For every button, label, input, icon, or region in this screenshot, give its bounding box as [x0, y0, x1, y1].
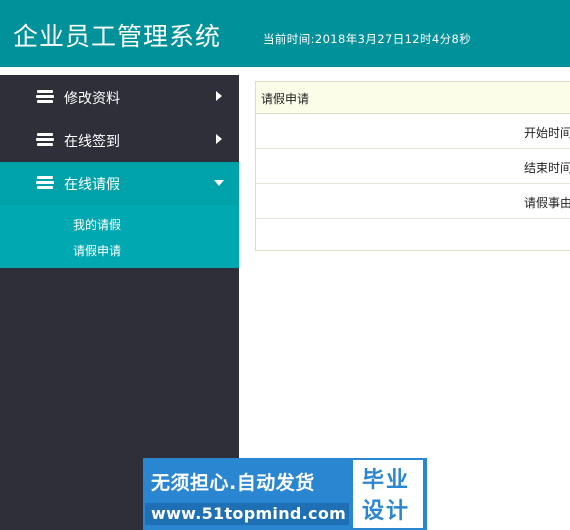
sidebar-item-edit-profile[interactable]: 修改资料 [0, 76, 239, 119]
sidebar-item-online-leave[interactable]: 在线请假 [0, 162, 239, 205]
submenu-leave: 我的请假 请假申请 [0, 205, 239, 268]
banner-url-box: www.51topmind.com [145, 503, 349, 525]
stack-icon [36, 133, 54, 146]
banner-url: www.51topmind.com [151, 504, 347, 523]
badge-line-1: 毕业 [362, 468, 411, 493]
sidebar-item-label: 修改资料 [64, 91, 120, 107]
watermark-banner: 无须担心.自动发货 www.51topmind.com 毕业 设计 [143, 458, 427, 530]
banner-slogan: 无须担心.自动发货 [151, 472, 315, 494]
header-divider [0, 67, 570, 75]
submenu-item-my-leave[interactable]: 我的请假 [73, 216, 121, 233]
sidebar-item-label: 在线签到 [64, 134, 120, 150]
panel-title: 请假申请 [261, 92, 310, 106]
banner-badge: 毕业 设计 [353, 460, 423, 528]
field-label: 结束时间 [524, 161, 570, 175]
field-label: 请假事由 [524, 196, 570, 210]
sidebar-item-online-checkin[interactable]: 在线签到 [0, 119, 239, 162]
stack-icon [36, 176, 54, 189]
form-row-end-time: 结束时间 [256, 149, 570, 184]
chevron-down-icon [214, 180, 224, 186]
chevron-right-icon [216, 134, 222, 144]
app-header: 企业员工管理系统 当前时间:2018年3月27日12时4分8秒 [0, 0, 570, 67]
form-row-start-time: 开始时间 [256, 114, 570, 149]
field-label: 开始时间 [524, 126, 570, 140]
chevron-right-icon [216, 91, 222, 101]
sidebar-item-label: 在线请假 [64, 177, 120, 193]
panel-header: 请假申请 [256, 82, 570, 114]
leave-request-form: 请假申请 开始时间 结束时间 请假事由 [255, 81, 570, 251]
stack-icon [36, 90, 54, 103]
current-time: 当前时间:2018年3月27日12时4分8秒 [263, 32, 472, 46]
submenu-item-leave-request[interactable]: 请假申请 [73, 242, 121, 259]
app-title: 企业员工管理系统 [13, 22, 222, 51]
banner-left: 无须担心.自动发货 www.51topmind.com [143, 458, 351, 530]
form-row-reason: 请假事由 [256, 184, 570, 219]
badge-line-2: 设计 [362, 499, 411, 524]
